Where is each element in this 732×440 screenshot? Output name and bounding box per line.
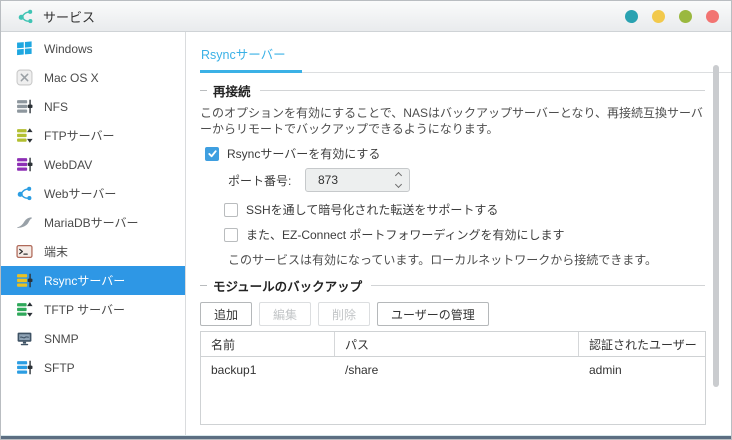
section-dash: [200, 90, 207, 91]
section-dash: [200, 285, 207, 286]
modules-section-title: モジュールのバックアップ: [213, 276, 362, 295]
sidebar-item-label: 端末: [44, 243, 68, 260]
sidebar-item-label: Windows: [44, 42, 93, 56]
port-label: ポート番号:: [228, 172, 305, 189]
yellow-window-control[interactable]: [652, 10, 665, 23]
ssh-encrypted-transfer-checkbox[interactable]: [224, 203, 238, 217]
ezconnect-checkbox-row: また、EZ-Connect ポートフォワーディングを有効にします: [224, 226, 705, 243]
rsync-server-icon: [16, 272, 33, 289]
titlebar: サービス: [1, 1, 731, 32]
reconnect-description: このオプションを有効にすることで、NASはバックアップサーバーとなり、再接続互換…: [200, 105, 708, 137]
red-window-control[interactable]: [706, 10, 719, 23]
check-icon: [207, 148, 218, 159]
ssh-checkbox-row: SSHを通して暗号化された転送をサポートする: [224, 201, 705, 218]
port-number-input[interactable]: 873: [305, 168, 410, 192]
sidebar-item-label: SNMP: [44, 332, 79, 346]
sidebar-item-label: MariaDBサーバー: [44, 214, 139, 231]
rsync-server-panel: Rsyncサーバー 再接続 このオプションを有効にすることで、NASはバックアッ…: [186, 32, 731, 435]
services-share-icon: [17, 8, 34, 25]
delete-button[interactable]: 削除: [318, 302, 370, 326]
sidebar-item-windows[interactable]: Windows: [1, 34, 185, 63]
teal-window-control[interactable]: [625, 10, 638, 23]
reconnect-section-header: 再接続: [200, 81, 705, 100]
window-bottom-edge: [1, 435, 731, 439]
port-spinner: [394, 169, 403, 191]
table-row[interactable]: backup1 /share admin: [201, 357, 705, 383]
sidebar-item-label: WebDAV: [44, 158, 92, 172]
reconnect-section-title: 再接続: [213, 81, 251, 100]
enable-rsync-checkbox-row: Rsyncサーバーを有効にする: [205, 145, 705, 162]
mariadb-server-icon: [16, 214, 33, 231]
window-controls: [625, 10, 719, 23]
enable-rsync-checkbox[interactable]: [205, 147, 219, 161]
tab-rsync-server[interactable]: Rsyncサーバー: [200, 40, 302, 73]
add-button[interactable]: 追加: [200, 302, 252, 326]
nfs-server-icon: [16, 98, 33, 115]
sftp-server-icon: [16, 359, 33, 376]
snmp-icon: [16, 330, 33, 347]
sidebar-item-rsync-server[interactable]: Rsyncサーバー: [1, 266, 185, 295]
section-rule: [371, 285, 705, 286]
sidebar-item-label: Webサーバー: [44, 185, 116, 202]
manage-users-button[interactable]: ユーザーの管理: [377, 302, 489, 326]
spinner-down-icon[interactable]: [395, 181, 402, 188]
terminal-icon: [16, 243, 33, 260]
sidebar-item-terminal[interactable]: 端末: [1, 237, 185, 266]
edit-button[interactable]: 編集: [259, 302, 311, 326]
sidebar-item-label: NFS: [44, 100, 68, 114]
ssh-checkbox-label: SSHを通して暗号化された転送をサポートする: [246, 201, 498, 218]
port-row: ポート番号: 873: [228, 168, 705, 192]
port-value: 873: [318, 173, 394, 187]
module-toolbar: 追加 編集 削除 ユーザーの管理: [200, 302, 705, 326]
sidebar-item-sftp[interactable]: SFTP: [1, 353, 185, 382]
sidebar-item-tftp-server[interactable]: TFTP サーバー: [1, 295, 185, 324]
column-header-path: パス: [335, 332, 579, 356]
sidebar-item-label: TFTP サーバー: [44, 301, 125, 318]
vertical-scrollbar[interactable]: [713, 65, 719, 387]
sidebar-item-label: FTPサーバー: [44, 127, 115, 144]
macos-icon: [16, 69, 33, 86]
sidebar-item-ftp-server[interactable]: FTPサーバー: [1, 121, 185, 150]
cell-user: admin: [579, 357, 705, 383]
module-table: 名前 パス 認証されたユーザー backup1 /share admin: [200, 331, 706, 425]
module-table-header: 名前 パス 認証されたユーザー: [201, 332, 705, 357]
sidebar-item-webdav[interactable]: WebDAV: [1, 150, 185, 179]
column-header-authorized-user: 認証されたユーザー: [579, 332, 705, 356]
sidebar-item-macosx[interactable]: Mac OS X: [1, 63, 185, 92]
window-title: サービス: [43, 7, 95, 26]
sidebar-item-label: Rsyncサーバー: [44, 272, 125, 289]
column-header-name: 名前: [201, 332, 335, 356]
services-window: サービス Windows Mac OS X: [0, 0, 732, 440]
sidebar-item-label: Mac OS X: [44, 71, 99, 85]
sidebar-item-mariadb-server[interactable]: MariaDBサーバー: [1, 208, 185, 237]
service-status-text: このサービスは有効になっています。ローカルネットワークから接続できます。: [228, 251, 705, 268]
services-sidebar: Windows Mac OS X NFS: [1, 32, 186, 435]
sidebar-item-nfs[interactable]: NFS: [1, 92, 185, 121]
ftp-server-icon: [16, 127, 33, 144]
tftp-server-icon: [16, 301, 33, 318]
cell-path: /share: [335, 357, 579, 383]
section-rule: [260, 90, 705, 91]
enable-rsync-label: Rsyncサーバーを有効にする: [227, 145, 380, 162]
sidebar-item-label: SFTP: [44, 361, 75, 375]
windows-icon: [16, 40, 33, 57]
ezconnect-checkbox-label: また、EZ-Connect ポートフォワーディングを有効にします: [246, 226, 565, 243]
cell-name: backup1: [201, 357, 335, 383]
sidebar-item-snmp[interactable]: SNMP: [1, 324, 185, 353]
green-window-control[interactable]: [679, 10, 692, 23]
modules-section-header: モジュールのバックアップ: [200, 276, 705, 295]
tabbar: Rsyncサーバー: [200, 40, 731, 73]
web-server-icon: [16, 185, 33, 202]
spinner-up-icon[interactable]: [395, 172, 402, 179]
sidebar-item-web-server[interactable]: Webサーバー: [1, 179, 185, 208]
ezconnect-port-forwarding-checkbox[interactable]: [224, 228, 238, 242]
webdav-server-icon: [16, 156, 33, 173]
